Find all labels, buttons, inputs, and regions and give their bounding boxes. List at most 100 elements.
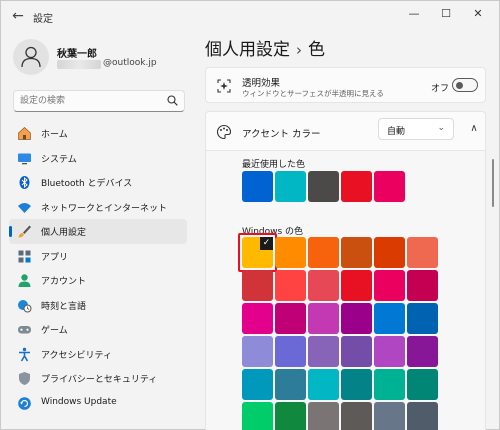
profile-email: @outlook.jp	[103, 58, 157, 68]
recent-colors-label: 最近使用した色	[242, 160, 306, 170]
avatar	[13, 39, 49, 75]
accent-color-panel: 最近使用した色 Windows の色 ✓	[205, 151, 486, 430]
windows-color-swatch[interactable]	[275, 402, 306, 430]
recent-color-swatch[interactable]	[275, 171, 306, 202]
gamepad-icon	[18, 326, 31, 334]
sidebar-item-label: 個人用設定	[41, 228, 87, 238]
recent-color-swatch[interactable]	[374, 171, 405, 202]
apps-icon	[18, 250, 31, 262]
sidebar-item-accounts[interactable]: アカウント	[9, 268, 187, 293]
windows-color-swatch[interactable]	[407, 237, 438, 268]
recent-color-swatch[interactable]	[308, 171, 339, 202]
windows-color-swatch[interactable]	[242, 402, 273, 430]
windows-color-swatch[interactable]	[374, 237, 405, 268]
home-icon	[18, 127, 31, 140]
sidebar-item-home[interactable]: ホーム	[9, 121, 187, 146]
search-icon[interactable]	[167, 95, 178, 106]
transparency-card: 透明効果 ウィンドウとサーフェスが半透明に見える オフ	[205, 67, 486, 103]
windows-color-swatch[interactable]	[242, 369, 273, 400]
windows-color-swatch[interactable]	[341, 369, 372, 400]
windows-color-swatch[interactable]	[407, 270, 438, 301]
breadcrumb: 個人用設定 › 色	[205, 35, 325, 60]
windows-color-swatch[interactable]	[308, 303, 339, 334]
sidebar-item-label: アクセシビリティ	[41, 350, 113, 361]
transparency-title: 透明効果	[242, 78, 281, 89]
windows-color-swatch[interactable]	[308, 237, 339, 268]
sidebar-item-label: ゲーム	[41, 326, 68, 336]
windows-color-swatch[interactable]	[275, 303, 306, 334]
windows-color-swatch[interactable]	[341, 402, 372, 430]
person-icon	[21, 46, 41, 68]
windows-color-swatch[interactable]	[407, 402, 438, 430]
windows-color-swatch[interactable]	[275, 336, 306, 367]
windows-color-swatch[interactable]	[374, 402, 405, 430]
accent-color-title: アクセント カラー	[242, 129, 321, 140]
sidebar-item-label: Windows Update	[41, 396, 117, 407]
scrollbar[interactable]	[492, 159, 494, 207]
sidebar-item-gaming[interactable]: ゲーム	[9, 317, 187, 342]
breadcrumb-parent[interactable]: 個人用設定	[205, 40, 290, 60]
minimize-button[interactable]: —	[403, 5, 425, 23]
windows-color-swatch[interactable]	[341, 237, 372, 268]
sidebar-item-label: ネットワークとインターネット	[41, 203, 168, 214]
windows-color-swatch[interactable]	[374, 369, 405, 400]
accent-mode-dropdown[interactable]: 自動 ⌄	[378, 118, 454, 140]
windows-color-swatch[interactable]	[407, 369, 438, 400]
wifi-icon	[18, 202, 31, 213]
sidebar-item-label: 時刻と言語	[41, 301, 87, 312]
sidebar-item-apps[interactable]: アプリ	[9, 244, 187, 269]
user-profile[interactable]: 秋葉一郎 @outlook.jp	[13, 39, 193, 79]
windows-color-swatch[interactable]	[374, 336, 405, 367]
sidebar-item-label: アカウント	[41, 277, 87, 287]
windows-color-swatch[interactable]	[308, 270, 339, 301]
windows-color-swatch[interactable]	[242, 303, 273, 334]
sidebar-item-network[interactable]: ネットワークとインターネット	[9, 195, 187, 220]
windows-color-swatch[interactable]	[407, 336, 438, 367]
windows-color-swatch[interactable]	[341, 270, 372, 301]
transparency-state-label: オフ	[431, 84, 450, 94]
palette-icon	[216, 124, 232, 140]
transparency-toggle[interactable]	[452, 78, 478, 92]
accent-mode-value: 自動	[387, 127, 406, 137]
sidebar-item-accessibility[interactable]: アクセシビリティ	[9, 342, 187, 367]
search-input[interactable]	[20, 94, 160, 108]
sidebar-item-system[interactable]: システム	[9, 146, 187, 171]
breadcrumb-separator: ›	[296, 41, 302, 59]
windows-color-swatch[interactable]	[242, 336, 273, 367]
accessibility-icon	[19, 347, 30, 361]
recent-color-swatch[interactable]	[242, 171, 273, 202]
windows-color-swatch[interactable]	[275, 237, 306, 268]
profile-name: 秋葉一郎	[57, 49, 97, 60]
search-box[interactable]	[13, 90, 185, 112]
recent-color-swatch[interactable]	[341, 171, 372, 202]
windows-color-swatch[interactable]	[341, 303, 372, 334]
accent-color-card: アクセント カラー 自動 ⌄ ∧	[205, 111, 486, 151]
back-button[interactable]: ←	[9, 8, 27, 24]
maximize-button[interactable]: ☐	[435, 5, 457, 23]
transparency-icon	[217, 79, 231, 93]
windows-color-swatch[interactable]	[374, 303, 405, 334]
update-icon	[18, 396, 31, 410]
sidebar-item-label: プライバシーとセキュリティ	[41, 375, 158, 385]
sidebar-item-privacy-security[interactable]: プライバシーとセキュリティ	[9, 366, 187, 391]
sidebar-item-bluetooth[interactable]: Bluetooth とデバイス	[9, 170, 187, 195]
windows-color-swatch[interactable]	[374, 270, 405, 301]
windows-color-swatch[interactable]	[308, 402, 339, 430]
sidebar-item-label: システム	[41, 154, 77, 165]
close-button[interactable]: ✕	[467, 5, 489, 23]
sidebar-item-time-language[interactable]: 時刻と言語	[9, 293, 187, 318]
windows-color-swatch[interactable]	[242, 270, 273, 301]
sidebar-item-label: アプリ	[41, 252, 69, 263]
sidebar-item-personalization[interactable]: 個人用設定	[9, 219, 187, 244]
windows-color-swatch[interactable]	[275, 369, 306, 400]
windows-color-swatch[interactable]	[308, 369, 339, 400]
settings-window: ← 設定 — ☐ ✕ 秋葉一郎 @outlook.jp ホーム	[0, 0, 500, 430]
sidebar-item-windows-update[interactable]: Windows Update	[9, 391, 187, 416]
windows-color-swatch[interactable]	[407, 303, 438, 334]
shield-icon	[19, 372, 30, 385]
collapse-button[interactable]: ∧	[464, 118, 484, 140]
windows-color-swatch[interactable]	[275, 270, 306, 301]
clock-globe-icon	[18, 299, 32, 312]
windows-color-swatch[interactable]	[308, 336, 339, 367]
windows-color-swatch[interactable]	[341, 336, 372, 367]
